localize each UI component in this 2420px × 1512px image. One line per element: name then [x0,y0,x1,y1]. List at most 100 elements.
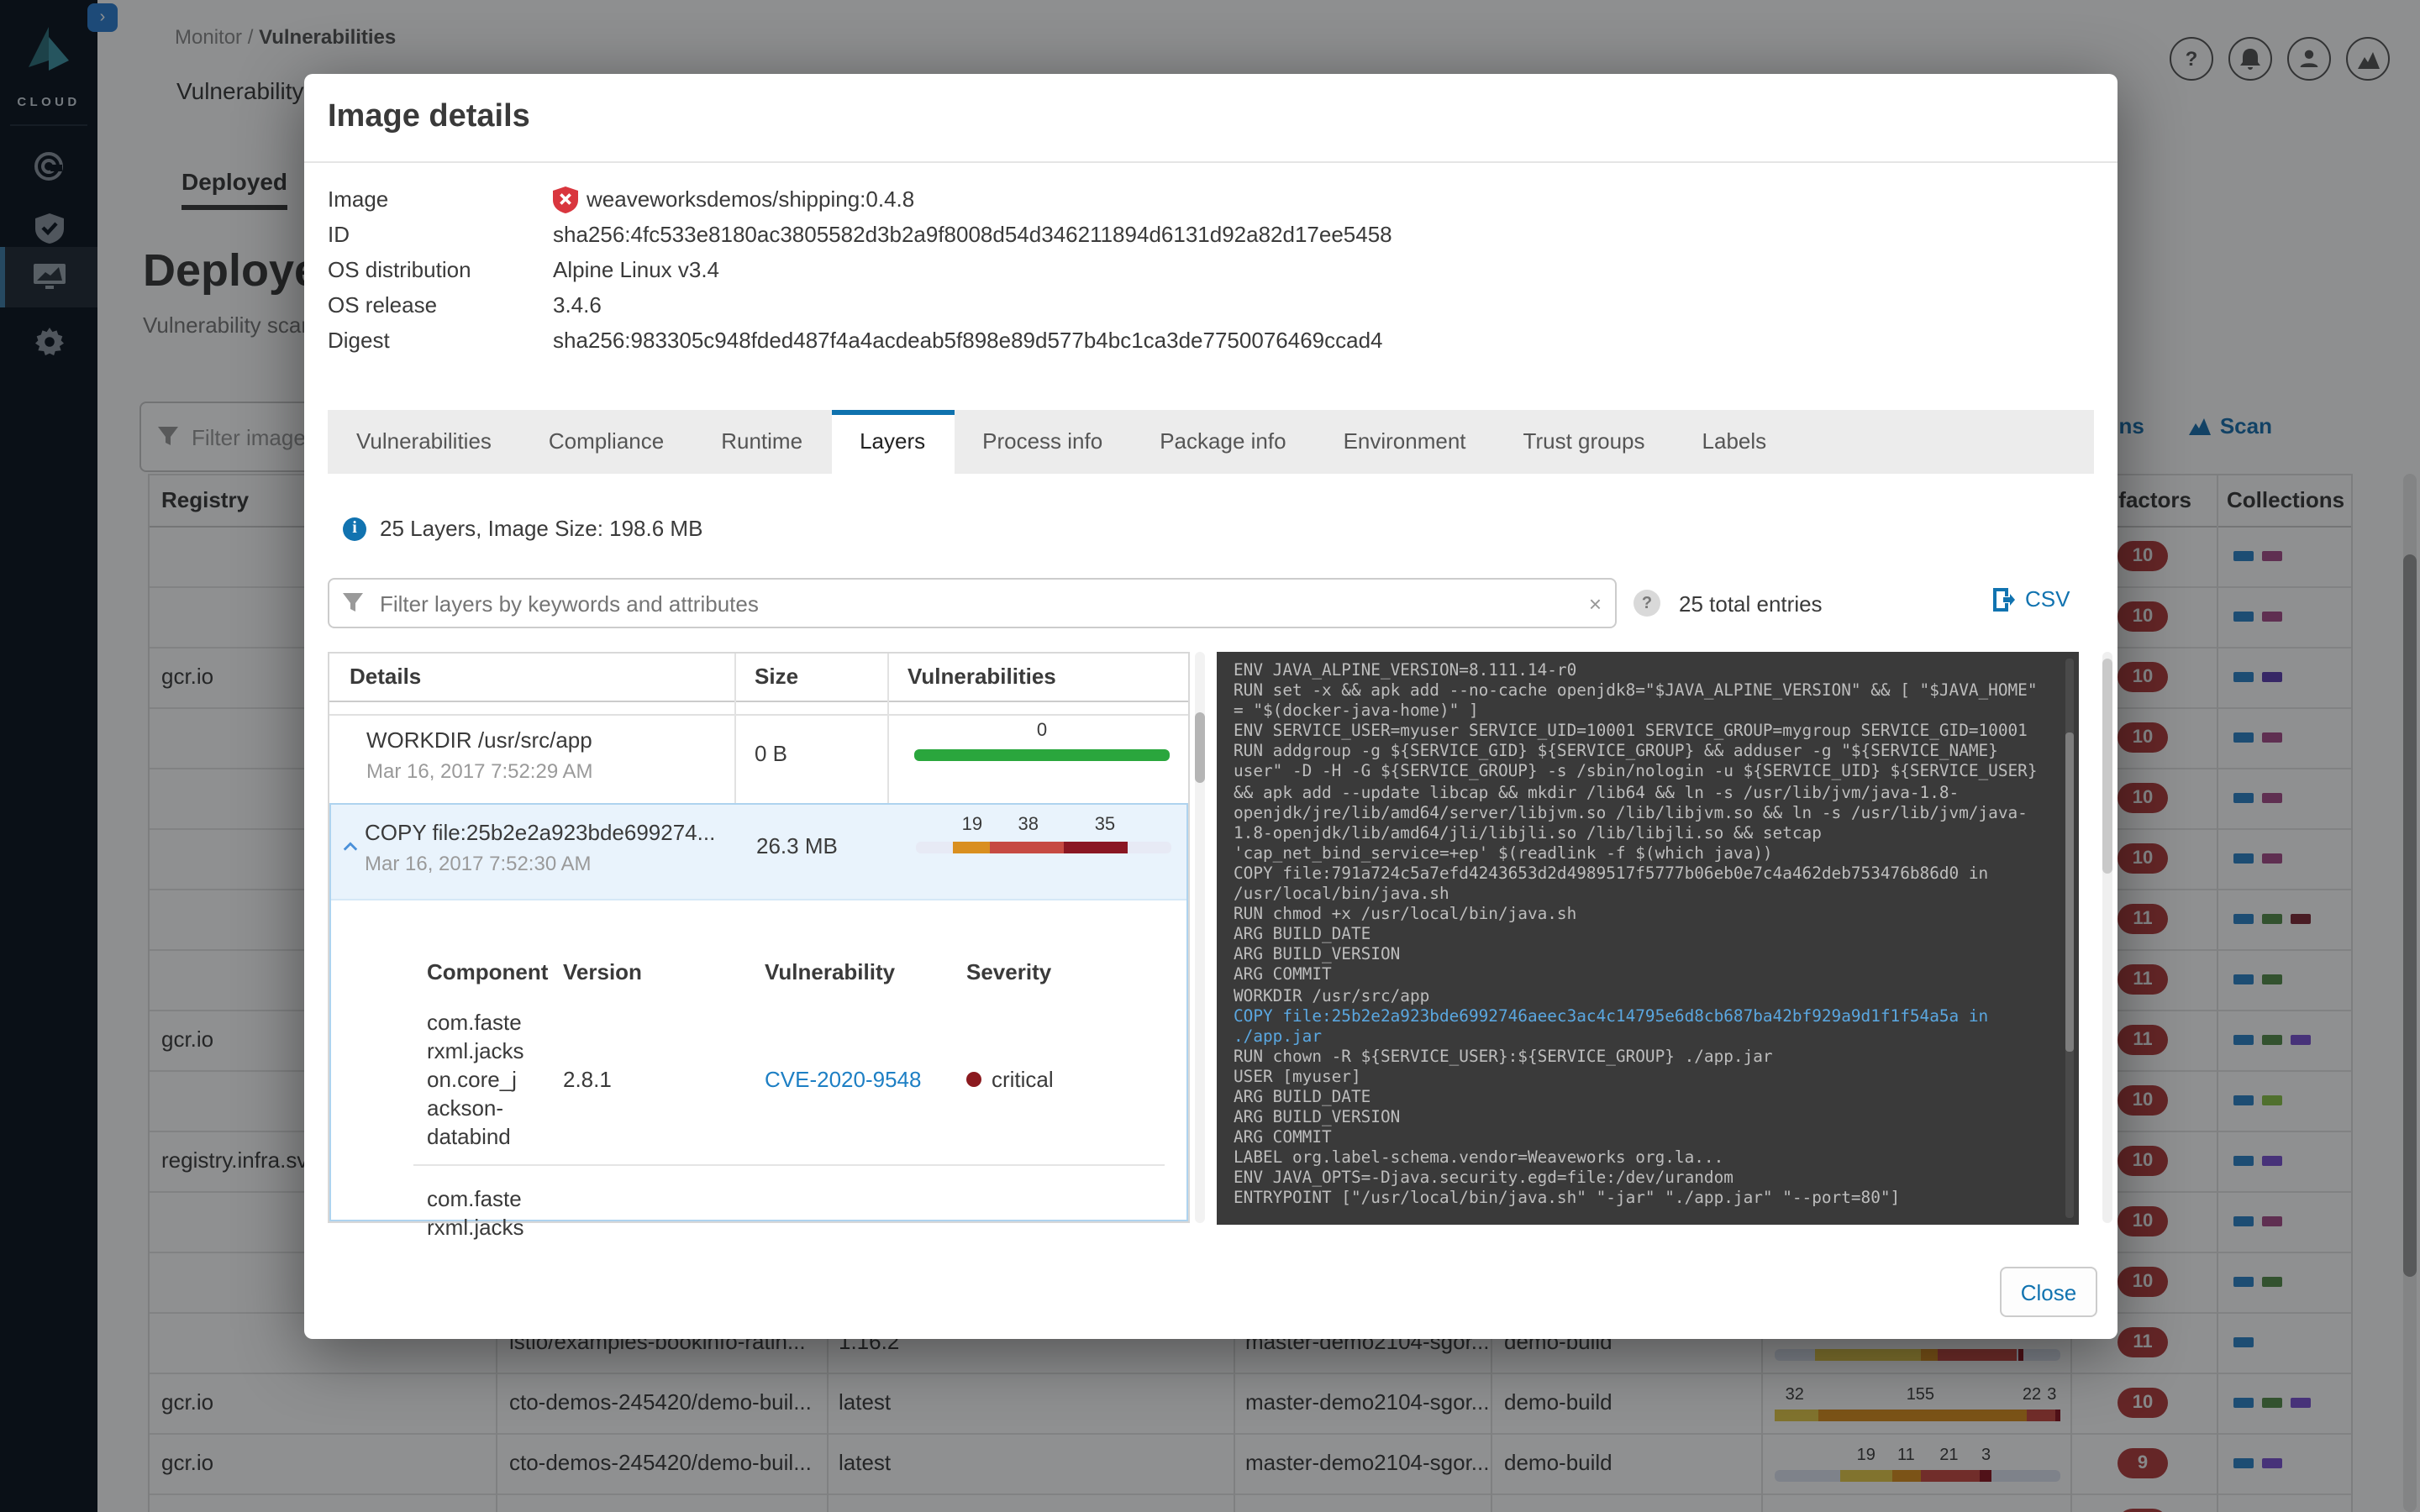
code-line: 'cap_net_bind_service=+ep' $(readlink -f… [1234,845,2062,865]
layers-filter-input[interactable] [376,589,1576,617]
code-line: COPY file:791a724c5a7efd4243653d2d498951… [1234,865,2062,885]
vuln-count: 38 [1018,815,1039,835]
code-scrollbar-thumb[interactable] [2065,732,2074,1052]
component-name-line: rxml.jacks [427,1215,524,1240]
header-vulnerabilities[interactable]: Vulnerabilities [908,664,1056,689]
layer-size: 0 B [755,741,787,766]
component-version: 2.8.1 [563,1067,612,1092]
code-line: ARG COMMIT [1234,1129,2062,1149]
code-line: ./app.jar [1234,1027,2062,1047]
code-line: ARG BUILD_DATE [1234,1089,2062,1109]
vulnerable-shield-icon [553,186,578,213]
field-value-text: sha256:4fc533e8180ac3805582d3b2a9f8008d5… [553,222,1392,247]
field-value: weaveworksdemos/shipping:0.4.8 [553,186,914,213]
tab-compliance[interactable]: Compliance [520,410,692,474]
code-scrollbar[interactable] [2065,659,2074,1218]
image-field-row: OS distributionAlpine Linux v3.4 [328,252,2008,287]
code-line: openjdk/jre/lib/amd64/server/libjvm.so /… [1234,804,2062,824]
tab-runtime[interactable]: Runtime [692,410,831,474]
modal-scrollbar-thumb[interactable] [2102,659,2112,874]
field-value: sha256:983305c948fded487f4a4acdeab5f898e… [553,328,1383,353]
component-header-severity: Severity [966,959,1051,984]
field-label: Digest [328,328,553,353]
layer-size: 26.3 MB [756,833,838,858]
field-label: OS release [328,292,553,318]
modal-title: Image details [328,99,530,136]
image-field-row: OS release3.4.6 [328,287,2008,323]
tab-labels[interactable]: Labels [1674,410,1796,474]
layers-scrollbar-thumb[interactable] [1195,712,1205,783]
chevron-up-icon[interactable] [343,842,358,852]
layer-date: Mar 16, 2017 7:52:30 AM [365,852,592,875]
code-line: USER [myuser] [1234,1068,2062,1089]
tab-package-info[interactable]: Package info [1131,410,1314,474]
code-line: /usr/local/bin/java.sh [1234,885,2062,906]
code-line: LABEL org.label-schema.vendor=Weaveworks… [1234,1150,2062,1170]
code-line: WORKDIR /usr/src/app [1234,987,2062,1007]
bar-segment-maroon [1064,842,1128,853]
vuln-count: 19 [962,815,983,835]
field-value: Alpine Linux v3.4 [553,257,719,282]
modal-tabs: VulnerabilitiesComplianceRuntimeLayersPr… [328,410,2094,474]
csv-export-button[interactable]: CSV [1993,586,2070,612]
csv-export-icon [1993,587,2015,611]
component-row-divider [413,1164,1165,1166]
code-line: ARG BUILD_DATE [1234,926,2062,946]
layers-table-scrollbar[interactable] [1195,652,1205,1223]
field-label: OS distribution [328,257,553,282]
layer-row-copy-expanded: COPY file:25b2e2a923bde699274... Mar 16,… [329,803,1188,1221]
code-line: user" -D -H -G ${SERVICE_GROUP} -s /sbin… [1234,764,2062,784]
code-line: COPY file:25b2e2a923bde6992746aeec3ac4c1… [1234,1007,2062,1027]
field-value: 3.4.6 [553,292,602,318]
modal-header-divider [304,161,2118,163]
component-name-line: rxml.jacks [427,1038,524,1063]
field-label: Image [328,186,553,212]
vuln-bar-copy [916,842,1171,853]
critical-severity-dot [966,1072,981,1087]
bar-segment-orange [953,842,990,853]
severity-cell: critical [966,1067,1054,1092]
tab-process-info[interactable]: Process info [954,410,1131,474]
field-value-text: sha256:983305c948fded487f4a4acdeab5f898e… [553,328,1383,353]
layers-table-header: Details Size Vulnerabilities [329,654,1188,702]
layer-title: WORKDIR /usr/src/app [366,727,592,753]
csv-label: CSV [2025,586,2070,612]
tab-vulnerabilities[interactable]: Vulnerabilities [328,410,520,474]
field-value-text: weaveworksdemos/shipping:0.4.8 [587,186,914,212]
component-name-line: ackson- [427,1095,503,1121]
layers-summary: i 25 Layers, Image Size: 198.6 MB [343,516,702,541]
filter-funnel-icon [343,593,363,613]
vuln-bar-clean [914,749,1170,761]
tab-environment[interactable]: Environment [1315,410,1495,474]
close-button[interactable]: Close [2000,1267,2097,1317]
layer-title: COPY file:25b2e2a923bde699274... [365,820,715,845]
header-details[interactable]: Details [350,664,421,689]
code-line: ARG BUILD_VERSION [1234,1109,2062,1129]
layers-table: Details Size Vulnerabilities WORKDIR /us… [328,652,1190,1223]
code-line: ENV SERVICE_USER=myuser SERVICE_UID=1000… [1234,723,2062,743]
code-line: ENTRYPOINT ["/usr/local/bin/java.sh" "-j… [1234,1190,2062,1210]
layers-filter: × [328,578,1617,628]
tab-layers[interactable]: Layers [831,410,954,474]
header-size[interactable]: Size [755,664,798,689]
total-entries: 25 total entries [1679,591,1823,617]
code-line: ENV JAVA_ALPINE_VERSION=8.111.14-r0 [1234,662,2062,682]
code-line: RUN chmod +x /usr/local/bin/java.sh [1234,906,2062,926]
modal-scrollbar[interactable] [2102,652,2112,1223]
tab-trust-groups[interactable]: Trust groups [1495,410,1674,474]
vuln-count-zero: 0 [1037,721,1047,741]
component-name-line: on.core_j [427,1067,517,1092]
code-line: RUN addgroup -g ${SERVICE_GID} ${SERVICE… [1234,743,2062,764]
image-field-row: IDsha256:4fc533e8180ac3805582d3b2a9f8008… [328,217,2008,252]
cve-link[interactable]: CVE-2020-9548 [765,1067,921,1092]
clear-filter-icon[interactable]: × [1589,591,1602,616]
layer-row-workdir[interactable]: WORKDIR /usr/src/app Mar 16, 2017 7:52:2… [329,714,1188,805]
screen: CLOUD [0,0,2420,1512]
info-icon: i [343,517,366,540]
layer-date: Mar 16, 2017 7:52:29 AM [366,759,593,783]
field-value-text: 3.4.6 [553,292,602,318]
layer-commands-panel: ENV JAVA_ALPINE_VERSION=8.111.14-r0RUN s… [1217,652,2079,1225]
filter-help-icon[interactable]: ? [1634,590,1660,617]
layer-row-copy[interactable]: COPY file:25b2e2a923bde699274... Mar 16,… [331,805,1186,900]
code-line: RUN chown -R ${SERVICE_USER}:${SERVICE_G… [1234,1048,2062,1068]
